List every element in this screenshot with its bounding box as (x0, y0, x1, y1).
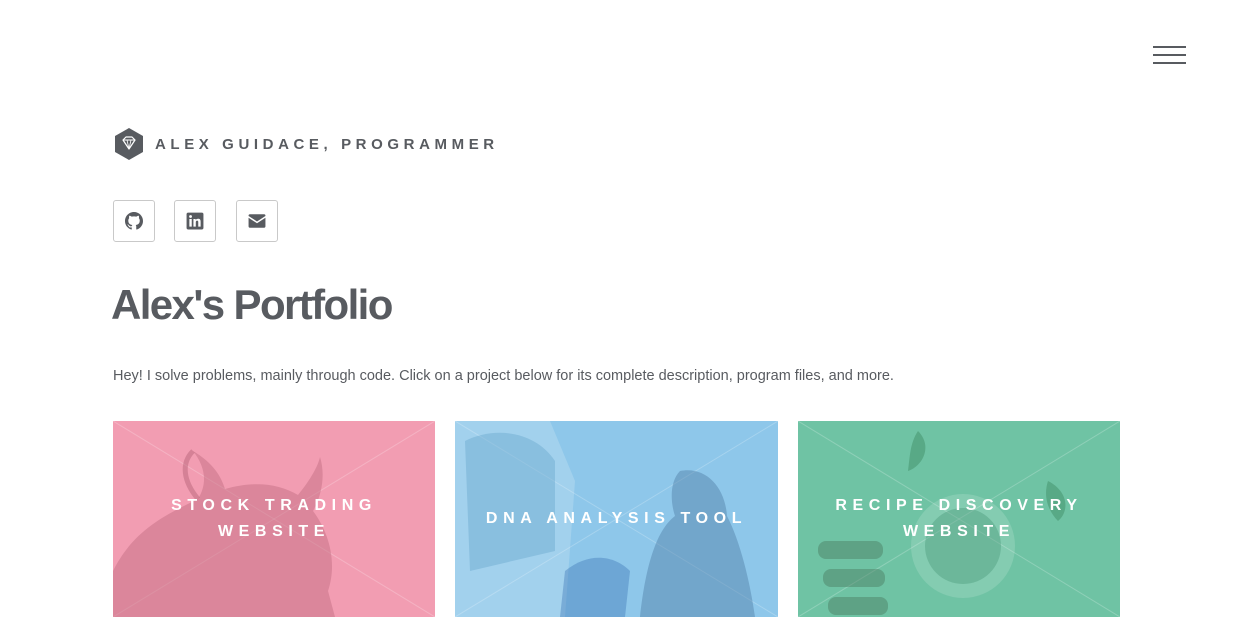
linkedin-button[interactable] (174, 200, 216, 242)
linkedin-icon (186, 212, 204, 230)
site-logo-link[interactable]: ALEX GUIDACE, PROGRAMMER (113, 127, 499, 161)
menu-bar (1153, 54, 1186, 56)
github-icon (125, 212, 143, 230)
menu-bar (1153, 62, 1186, 64)
page-title: Alex's Portfolio (111, 281, 393, 328)
email-button[interactable] (236, 200, 278, 242)
menu-bar (1153, 46, 1186, 48)
site-name: ALEX GUIDACE, PROGRAMMER (155, 135, 499, 153)
project-tile-dna-analysis[interactable]: DNA ANALYSIS TOOL (455, 421, 778, 617)
intro-text: Hey! I solve problems, mainly through co… (113, 368, 894, 384)
hamburger-menu-icon[interactable] (1153, 46, 1187, 66)
github-button[interactable] (113, 200, 155, 242)
diamond-icon (115, 128, 143, 160)
project-tile-stock-trading[interactable]: STOCK TRADING WEBSITE (113, 421, 435, 617)
project-title: DNA ANALYSIS TOOL (485, 510, 748, 527)
project-tile-recipe-discovery[interactable]: RECIPE DISCOVERY WEBSITE (798, 421, 1120, 617)
project-title: RECIPE DISCOVERY WEBSITE (835, 497, 1083, 540)
envelope-icon (248, 214, 266, 228)
project-title: STOCK TRADING WEBSITE (171, 497, 377, 540)
